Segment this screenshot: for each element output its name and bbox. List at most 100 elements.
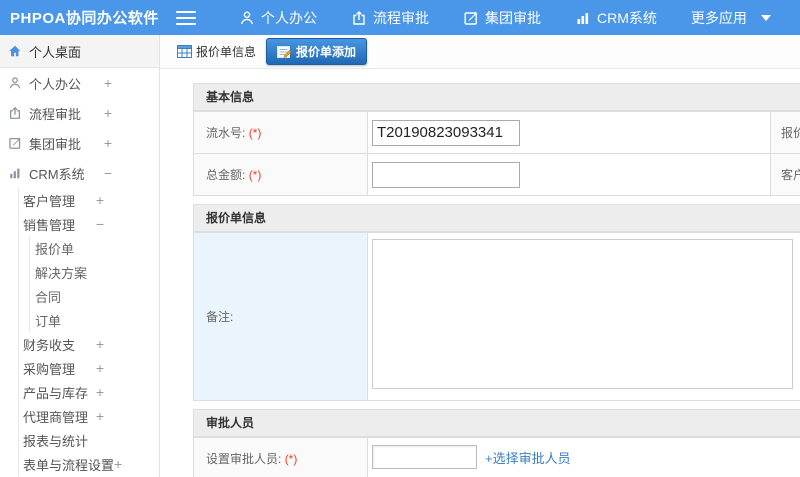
expand-icon[interactable]: + (96, 408, 104, 424)
quotation-form: 基本信息 流水号: (*) 报价单名称: 总金额: (*) (193, 83, 800, 477)
topnav-label: 集团审批 (485, 9, 541, 26)
topnav-label: 流程审批 (373, 9, 429, 26)
sidebar-item-quotation[interactable]: 报价单 (30, 236, 159, 260)
sidebar-item-label: 销售管理 (23, 217, 76, 233)
topnav-process-approval[interactable]: 流程审批 (334, 0, 446, 35)
sidebar-item-label: 订单 (35, 313, 62, 329)
remark-textarea[interactable] (372, 239, 793, 389)
sidebar-item-purchase-mgmt[interactable]: 采购管理 + (19, 356, 159, 380)
remark-field-cell (368, 233, 800, 400)
sidebar-item-label: 流程审批 (29, 106, 82, 122)
topnav-personal-office[interactable]: 个人办公 (222, 0, 334, 35)
section-quotation-info: 报价单信息 备注: (193, 204, 800, 401)
tab-quotation-add[interactable]: 报价单添加 (266, 38, 368, 65)
total-label: 总金额: (*) (194, 154, 368, 195)
approver-input[interactable] (372, 445, 477, 469)
sidebar-item-label: 表单与流程设置 (23, 457, 115, 473)
form-row-serial: 流水号: (*) 报价单名称: (194, 111, 800, 153)
tab-quotation-info[interactable]: 报价单信息 (173, 39, 260, 64)
sidebar-item-label: 报价单 (35, 241, 75, 257)
sidebar-item-personal-office[interactable]: 个人办公 + (0, 68, 159, 98)
sidebar-item-label: 产品与库存 (23, 385, 89, 401)
sidebar-item-label: 客户管理 (23, 193, 76, 209)
serial-input[interactable] (372, 119, 520, 146)
sidebar-item-personal-desktop[interactable]: 个人桌面 (0, 35, 159, 68)
collapse-icon[interactable]: − (104, 165, 112, 181)
tab-label: 报价单添加 (296, 45, 357, 59)
sidebar-item-label: 解决方案 (35, 265, 88, 281)
required-marker: (*) (248, 168, 262, 182)
topnav-group-approval[interactable]: 集团审批 (446, 0, 558, 35)
sidebar-item-crm-system[interactable]: CRM系统 − (0, 158, 159, 188)
approve-icon (7, 136, 23, 150)
topnav-label: CRM系统 (597, 9, 657, 26)
sidebar-item-product-inventory[interactable]: 产品与库存 + (19, 380, 159, 404)
sidebar-item-label: 个人办公 (29, 76, 82, 92)
crm-submenu: 客户管理 + 销售管理 − 报价单 解决方案 合同 订单 财务收支 + 采购管理… (18, 188, 159, 476)
total-input[interactable] (372, 161, 520, 188)
expand-icon[interactable]: + (114, 456, 122, 472)
sidebar-item-label: 集团审批 (29, 136, 82, 152)
form-row-remark: 备注: (194, 232, 800, 400)
process-icon (7, 106, 23, 120)
top-bar: PHPOA协同办公软件 个人办公 流程审批 集团审批 CRM系统 更多应用 (0, 0, 800, 35)
serial-label: 流水号: (*) (194, 112, 368, 153)
required-marker: (*) (248, 126, 262, 140)
customer-label: 客户名称: (771, 154, 800, 195)
user-icon (7, 76, 23, 90)
sidebar-item-label: 合同 (35, 289, 62, 305)
choose-approver-link[interactable]: +选择审批人员 (485, 448, 571, 467)
sidebar-item-form-process-settings[interactable]: 表单与流程设置 + (19, 452, 159, 476)
sidebar-item-group-approval[interactable]: 集团审批 + (0, 128, 159, 158)
expand-icon[interactable]: + (96, 336, 104, 352)
tab-label: 报价单信息 (196, 45, 257, 59)
sidebar-item-customer-mgmt[interactable]: 客户管理 + (19, 188, 159, 212)
sidebar-item-sales-mgmt[interactable]: 销售管理 − (19, 212, 159, 236)
form-add-icon (277, 46, 292, 58)
sidebar-item-solution[interactable]: 解决方案 (30, 260, 159, 284)
sidebar-item-label: 报表与统计 (23, 433, 89, 449)
topnav-label: 个人办公 (261, 9, 317, 26)
quote-name-label: 报价单名称: (771, 112, 800, 153)
sidebar-item-label: CRM系统 (29, 166, 85, 182)
collapse-icon[interactable]: − (96, 216, 104, 232)
sidebar-item-reports-stats[interactable]: 报表与统计 (19, 428, 159, 452)
sidebar-item-label: 财务收支 (23, 337, 76, 353)
home-icon (7, 44, 23, 58)
approve-icon (464, 11, 478, 25)
sidebar: 个人桌面 个人办公 + 流程审批 + 集团审批 + CRM系统 − 客户管理 + (0, 35, 160, 477)
section-title: 审批人员 (194, 410, 800, 437)
topnav-label: 更多应用 (690, 9, 747, 26)
sales-submenu: 报价单 解决方案 合同 订单 (29, 236, 159, 332)
remark-label: 备注: (194, 233, 368, 400)
required-marker: (*) (284, 452, 298, 466)
expand-icon[interactable]: + (104, 135, 112, 151)
sidebar-item-order[interactable]: 订单 (30, 308, 159, 332)
sidebar-item-contract[interactable]: 合同 (30, 284, 159, 308)
caret-down-icon (760, 14, 771, 21)
section-title: 报价单信息 (194, 205, 800, 232)
section-approval: 审批人员 设置审批人员: (*) +选择审批人员 提醒审批人员： 短消息提示 (193, 409, 800, 477)
form-row-approver: 设置审批人员: (*) +选择审批人员 提醒审批人员： 短消息提示 注：流程第一… (194, 437, 800, 477)
sidebar-item-agent-mgmt[interactable]: 代理商管理 + (19, 404, 159, 428)
expand-icon[interactable]: + (96, 192, 104, 208)
topnav-crm-system[interactable]: CRM系统 (558, 0, 674, 35)
user-icon (240, 11, 254, 24)
expand-icon[interactable]: + (96, 384, 104, 400)
hamburger-menu-icon[interactable] (176, 10, 196, 25)
tab-bar: 报价单信息 报价单添加 (160, 35, 800, 69)
expand-icon[interactable]: + (104, 105, 112, 121)
topnav-more-apps[interactable]: 更多应用 (674, 0, 788, 35)
approver-label: 设置审批人员: (*) (194, 438, 368, 477)
expand-icon[interactable]: + (104, 75, 112, 91)
main-content: 报价单信息 报价单添加 基本信息 流水号: (*) 报价单名称: (160, 35, 800, 477)
section-basic-info: 基本信息 流水号: (*) 报价单名称: 总金额: (*) (193, 83, 800, 196)
sidebar-item-label: 个人桌面 (29, 44, 82, 60)
sidebar-item-process-approval[interactable]: 流程审批 + (0, 98, 159, 128)
table-icon (177, 45, 192, 58)
section-title: 基本信息 (194, 84, 800, 111)
process-icon (353, 10, 365, 25)
expand-icon[interactable]: + (96, 360, 104, 376)
sidebar-item-finance[interactable]: 财务收支 + (19, 332, 159, 356)
form-row-total: 总金额: (*) 客户名称: (194, 153, 800, 195)
